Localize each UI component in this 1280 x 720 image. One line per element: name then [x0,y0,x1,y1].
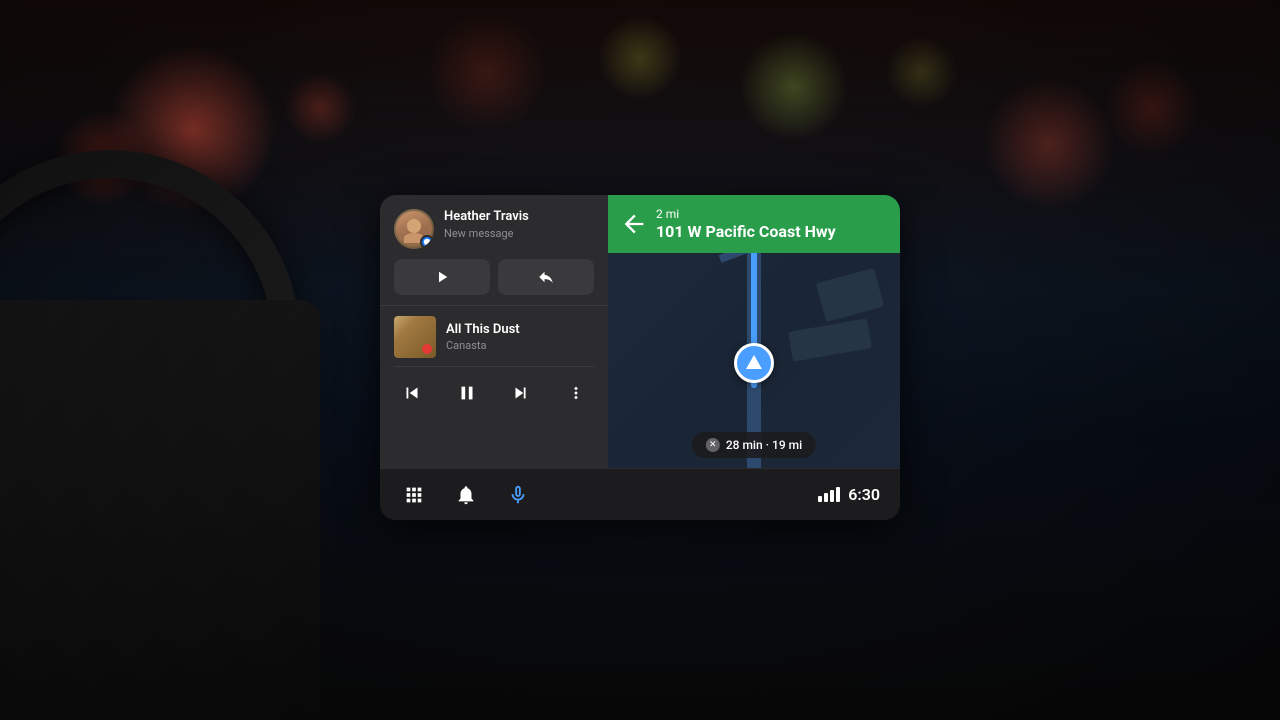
eta-distance: 19 mi [772,438,802,452]
apps-button[interactable] [400,481,428,509]
notification-text: Heather Travis New message [444,209,594,240]
contact-name: Heather Travis [444,209,594,226]
reply-icon [537,268,555,286]
messenger-icon [420,235,434,249]
nav-street: 101 W Pacific Coast Hwy [656,222,836,241]
music-card: All This Dust Canasta [380,306,608,468]
reply-button[interactable] [498,259,594,295]
main-content: Heather Travis New message [380,195,900,468]
play-button[interactable] [394,259,490,295]
music-titles: All This Dust Canasta [446,322,594,352]
music-controls [394,375,594,421]
status-area: 6:30 [818,485,880,504]
nav-distance: 2 mi [656,207,836,221]
microphone-button[interactable] [504,481,532,509]
microphone-icon [507,484,529,506]
signal-bar-1 [818,496,822,502]
more-button[interactable] [558,375,594,411]
pause-icon [456,382,478,404]
android-auto-screen: Heather Travis New message [380,195,900,520]
music-divider [394,366,594,367]
eta-info: 28 min · 19 mi [726,438,802,452]
bottom-nav-icons [400,481,532,509]
car-location-marker [734,343,774,383]
artist-name: Canasta [446,339,594,352]
signal-strength [818,487,840,502]
music-info: All This Dust Canasta [394,316,594,358]
pause-button[interactable] [449,375,485,411]
map-panel[interactable]: 2 mi 101 W Pacific Coast Hwy ✕ 28 min · … [608,195,900,468]
notifications-icon [455,484,477,506]
play-icon [433,268,451,286]
navigation-header: 2 mi 101 W Pacific Coast Hwy [608,195,900,253]
skip-forward-button[interactable] [503,375,539,411]
bottom-bar: 6:30 [380,468,900,520]
eta-pill: ✕ 28 min · 19 mi [692,432,816,458]
notifications-button[interactable] [452,481,480,509]
nav-info: 2 mi 101 W Pacific Coast Hwy [656,207,836,241]
skip-back-icon [401,382,423,404]
skip-back-button[interactable] [394,375,430,411]
skip-forward-icon [510,382,532,404]
signal-bar-2 [824,493,828,502]
clock-display: 6:30 [848,485,880,504]
signal-bar-4 [836,487,840,502]
avatar [394,209,434,249]
eta-close-button[interactable]: ✕ [706,438,720,452]
notification-actions [394,259,594,295]
turn-arrow-icon [620,210,648,238]
left-panel: Heather Travis New message [380,195,608,468]
signal-bar-3 [830,490,834,502]
album-art [394,316,436,358]
notification-subtitle: New message [444,227,594,240]
notification-header: Heather Travis New message [394,209,594,249]
eta-time: 28 min [726,438,763,452]
apps-icon [403,484,425,506]
notification-card: Heather Travis New message [380,195,608,306]
dashboard-left [0,300,320,720]
song-title: All This Dust [446,322,594,339]
left-turn-icon [620,210,648,238]
more-icon [567,384,585,402]
